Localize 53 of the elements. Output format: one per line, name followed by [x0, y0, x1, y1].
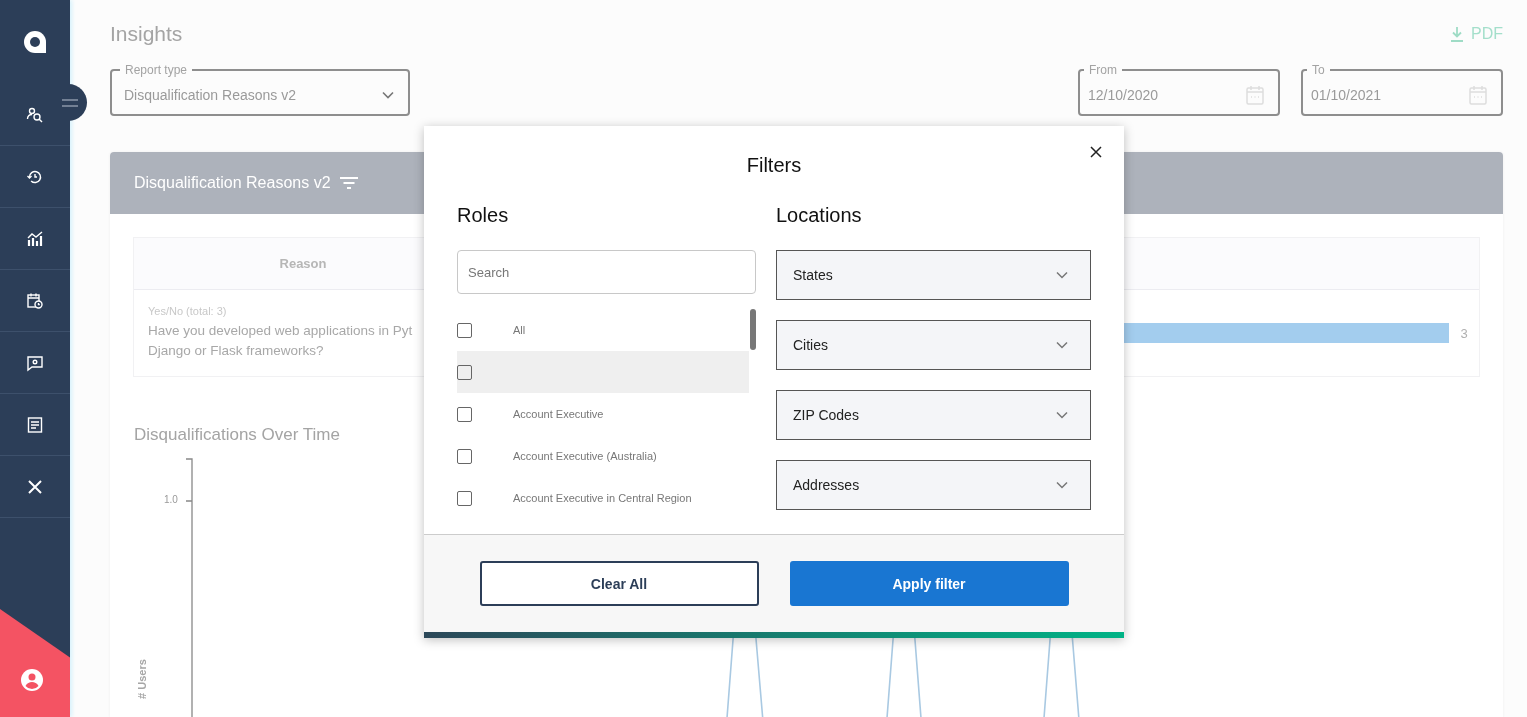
location-dropdown[interactable]: Cities: [776, 320, 1091, 370]
report-title: Disqualification Reasons v2: [134, 174, 331, 192]
column-header: Reason: [278, 256, 328, 271]
chevron-down-icon: [1056, 341, 1068, 349]
to-date-field[interactable]: To 01/10/2021: [1301, 63, 1503, 116]
from-date-field[interactable]: From 12/10/2020: [1078, 63, 1280, 116]
chevron-down-icon: [1056, 271, 1068, 279]
chart-title: Disqualifications Over Time: [134, 425, 341, 445]
chevron-down-icon: [1056, 411, 1068, 419]
checkbox[interactable]: [457, 364, 472, 380]
dialog-title: Filters: [746, 153, 802, 177]
logo-icon: [23, 30, 47, 54]
report-type-select[interactable]: Report type Disqualification Reasons v2: [110, 63, 410, 116]
calendar-clock-icon: [26, 291, 44, 310]
search-field[interactable]: Search: [457, 250, 756, 294]
chat-gear-icon: [26, 353, 44, 372]
role-option[interactable]: Account Executive in Central Region: [457, 477, 749, 519]
roles-heading: Roles: [457, 204, 510, 228]
role-option[interactable]: Account Executive (Australia): [457, 435, 749, 477]
y-axis-label: # Users: [135, 659, 148, 699]
checkbox[interactable]: [457, 490, 472, 506]
count-value: 3: [1459, 325, 1469, 341]
question-text: Have you developed web applications in Pyt: [148, 322, 414, 340]
role-label: All: [513, 324, 526, 336]
checkbox[interactable]: [457, 406, 472, 422]
question-text: Django or Flask frameworks?: [148, 342, 325, 360]
y-tick-label: 1.0: [164, 494, 178, 505]
location-dropdown[interactable]: States: [776, 250, 1091, 300]
role-option[interactable]: Account Executive: [457, 393, 749, 435]
role-label: Account Executive: [513, 408, 604, 420]
location-dropdown[interactable]: Addresses: [776, 460, 1091, 510]
calendar-icon: [1246, 84, 1264, 105]
locations-heading: Locations: [776, 204, 863, 228]
chart-icon: [26, 229, 44, 248]
checkbox[interactable]: [457, 322, 472, 338]
apply-filter-button[interactable]: Apply filter: [789, 561, 1069, 606]
role-label: Account Executive (Australia): [513, 450, 657, 462]
download-icon: [1450, 25, 1464, 42]
menu-icon: [61, 98, 78, 107]
page-title: Insights: [110, 21, 183, 46]
scrollbar-thumb[interactable]: [750, 309, 756, 350]
document-icon: [26, 415, 44, 434]
location-dropdown[interactable]: ZIP Codes: [776, 390, 1091, 440]
clear-all-button[interactable]: Clear All: [479, 561, 759, 606]
user-search-icon: [26, 105, 44, 124]
role-option[interactable]: All: [457, 309, 749, 351]
chevron-down-icon: [1056, 481, 1068, 489]
checkbox[interactable]: [457, 448, 472, 464]
user-avatar-icon[interactable]: [21, 669, 43, 691]
role-label: Account Executive in Central Region: [513, 492, 692, 504]
chevron-down-icon: [382, 90, 394, 99]
calendar-icon: [1469, 84, 1487, 105]
close-icon: [1090, 146, 1102, 158]
